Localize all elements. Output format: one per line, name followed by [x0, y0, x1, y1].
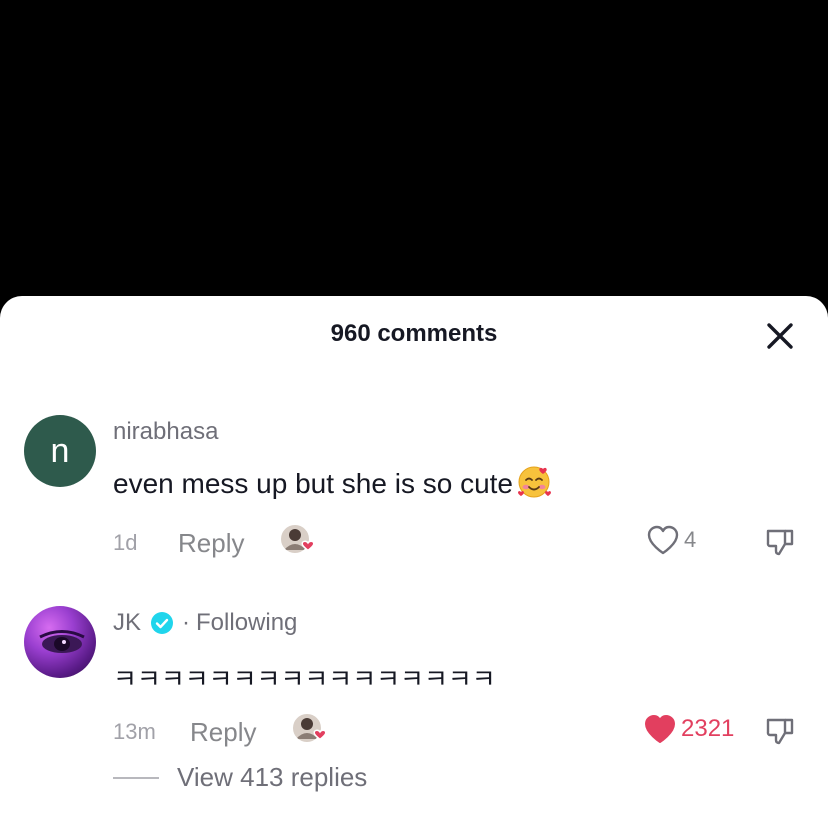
comment-text: even mess up but she is so cute: [113, 466, 553, 500]
separator-dot: ·: [182, 609, 191, 636]
username[interactable]: JK: [113, 609, 141, 637]
comment-time: 13m: [113, 719, 156, 744]
avatar[interactable]: n: [24, 415, 96, 487]
avatar-letter: n: [50, 431, 70, 470]
dislike-icon[interactable]: [764, 715, 796, 747]
close-icon[interactable]: [764, 320, 796, 352]
comment-text-content: ㅋㅋㅋㅋㅋㅋㅋㅋㅋㅋㅋㅋㅋㅋㅋㅋ: [113, 665, 496, 695]
comment-meta: 13m Reply 2321: [0, 711, 828, 751]
reply-button[interactable]: Reply: [190, 717, 256, 748]
creator-liked-badge-icon: [290, 711, 332, 747]
comment-time: 1d: [113, 530, 138, 555]
view-replies-button[interactable]: View 413 replies: [113, 762, 367, 793]
like-button[interactable]: 4: [646, 524, 696, 556]
dislike-icon[interactable]: [764, 526, 796, 558]
following-label: Following: [196, 609, 298, 636]
comments-count-title: 960 comments: [330, 320, 498, 347]
reply-button[interactable]: Reply: [178, 528, 244, 559]
avatar-photo-eye: [39, 630, 85, 653]
divider-line: [113, 776, 159, 779]
heart-outline-icon: [647, 525, 679, 555]
creator-liked-badge-icon: [278, 522, 320, 558]
smiling-face-with-hearts-icon: [515, 462, 553, 500]
like-count: 4: [684, 527, 697, 552]
view-replies-label: View 413 replies: [177, 762, 368, 792]
like-count: 2321: [681, 715, 735, 742]
comment-meta: 1d Reply 4: [0, 522, 828, 562]
like-button[interactable]: 2321: [643, 713, 734, 745]
comment-text-content: even mess up but she is so cute: [113, 468, 513, 499]
comments-sheet: 960 comments n nirabhasa even mess up bu…: [0, 296, 828, 828]
username[interactable]: nirabhasa: [113, 418, 218, 446]
comment-text: ㅋㅋㅋㅋㅋㅋㅋㅋㅋㅋㅋㅋㅋㅋㅋㅋ: [113, 659, 496, 696]
avatar[interactable]: [24, 606, 96, 678]
verified-badge-icon: [150, 611, 174, 635]
heart-filled-icon: [645, 715, 675, 743]
